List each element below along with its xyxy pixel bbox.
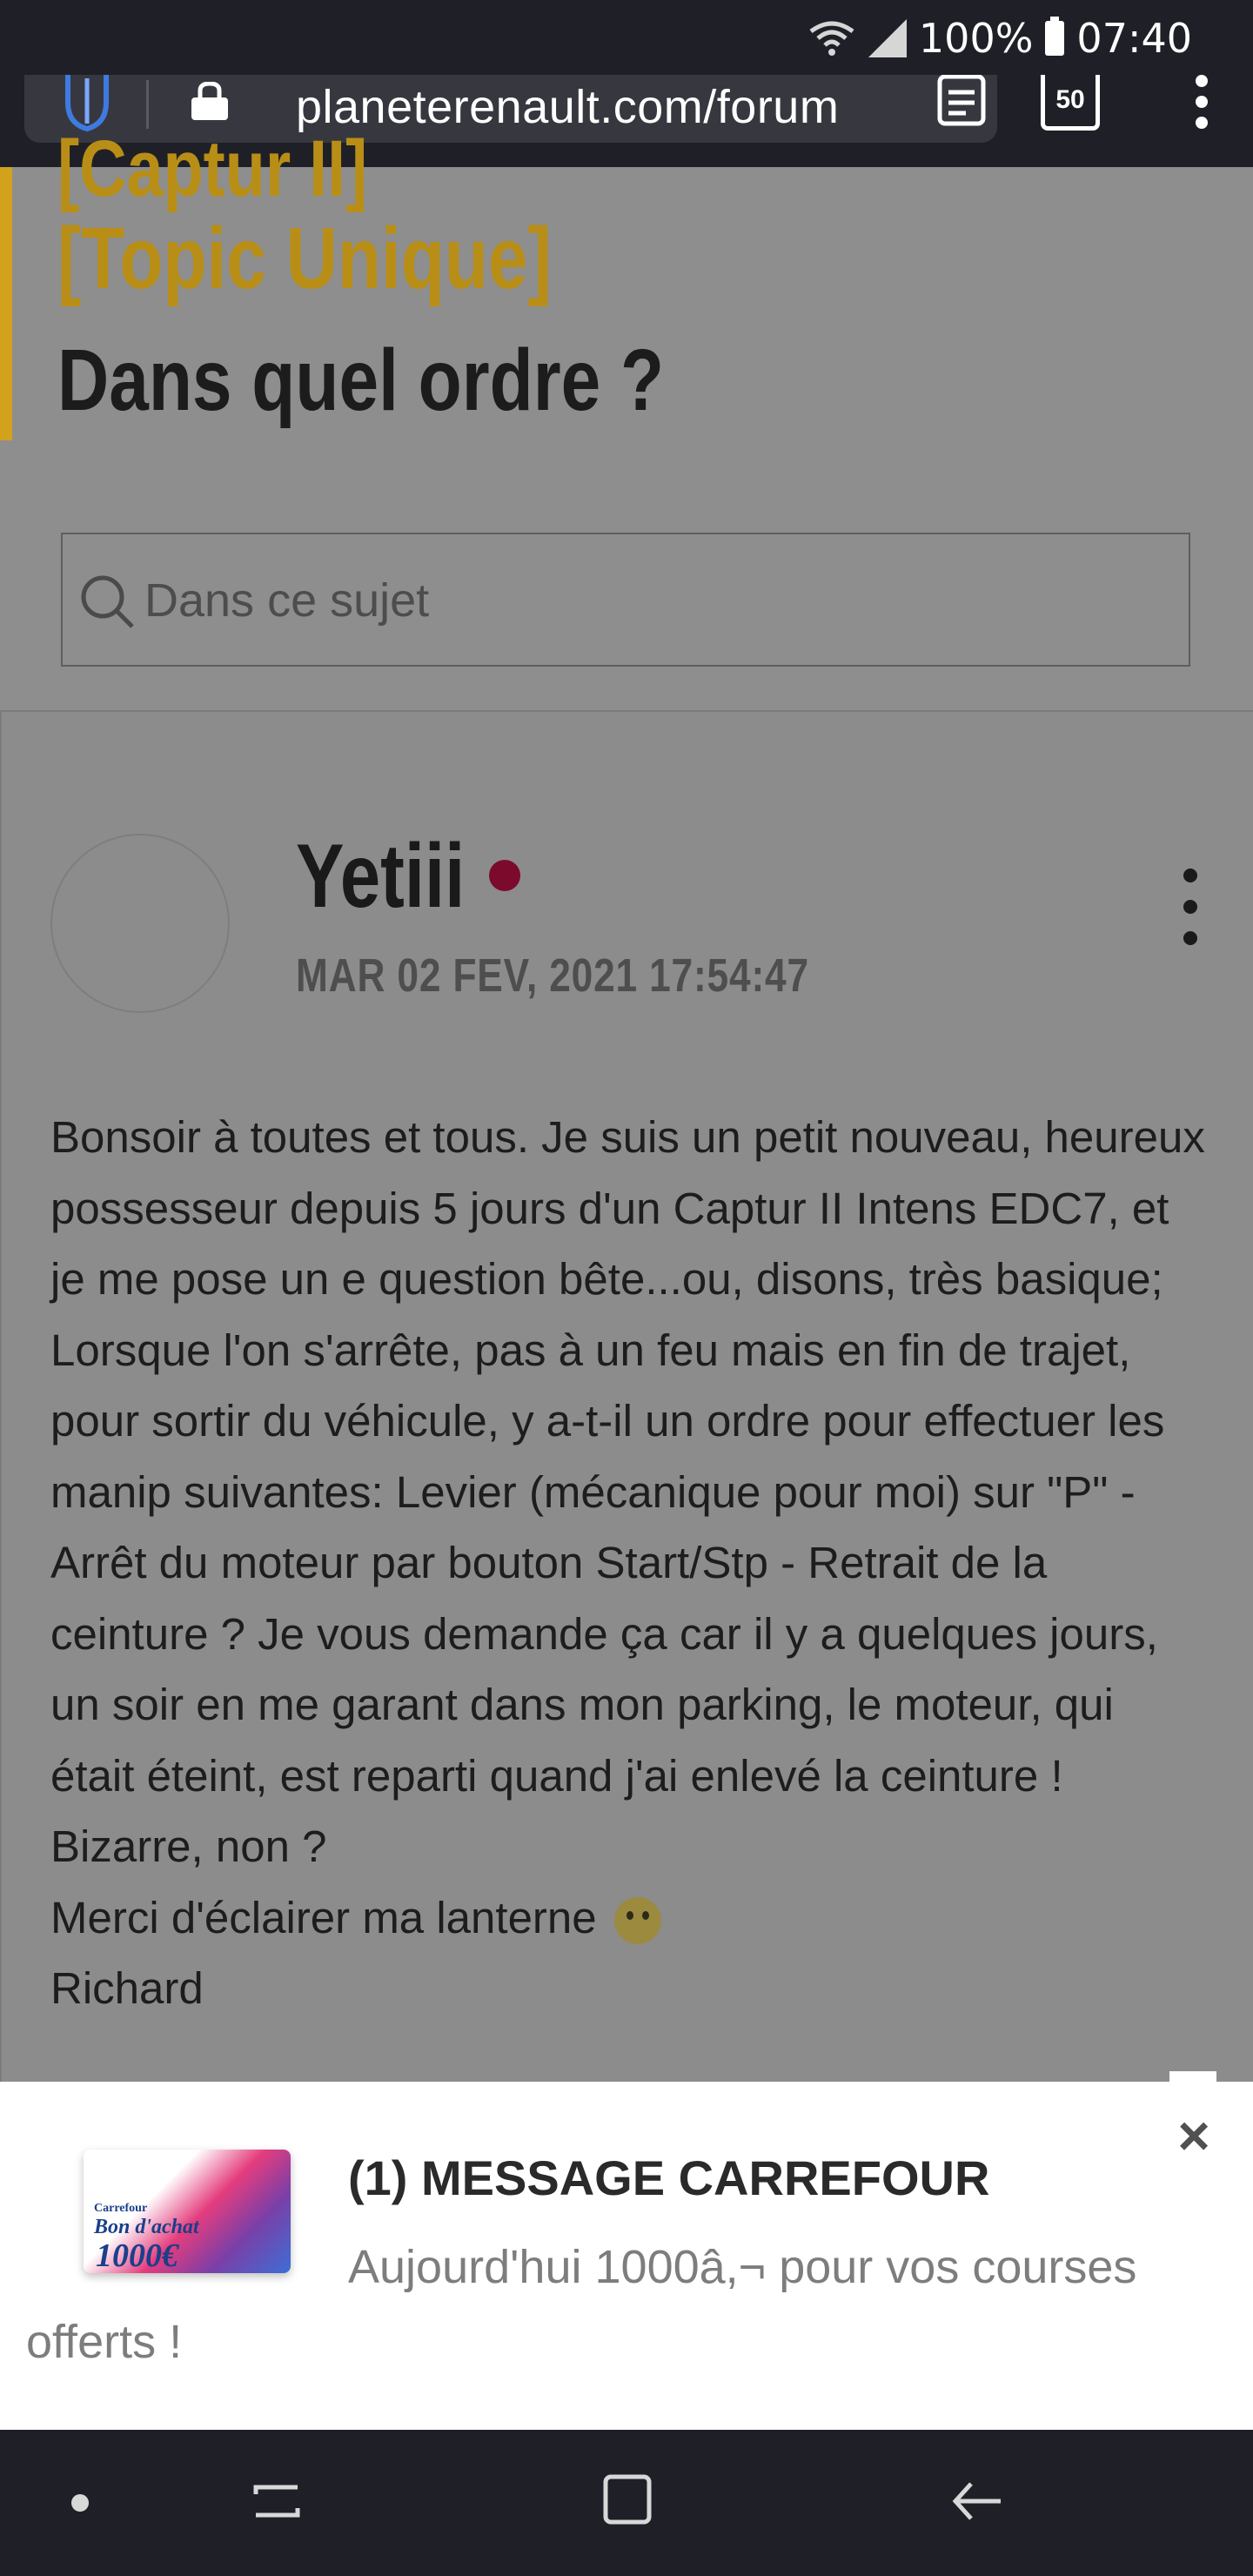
divider bbox=[146, 80, 149, 129]
url-text[interactable]: planeterenault.com/forum bbox=[296, 75, 905, 139]
status-indicators: 100% 07:40 bbox=[807, 12, 1192, 64]
back-icon[interactable] bbox=[950, 2475, 1004, 2529]
lock-icon[interactable] bbox=[190, 82, 230, 122]
post-paragraph: Merci d'éclairer ma lanterne bbox=[50, 1882, 1208, 1954]
ad-banner[interactable]: × Carrefour Bon d'achat 1000€ (1) MESSAG… bbox=[0, 2071, 1253, 2430]
browser-menu-button[interactable] bbox=[1183, 75, 1218, 144]
forum-post: Yetiii MAR 02 FEV, 2021 17:54:47 Bonsoir… bbox=[0, 712, 1253, 2278]
status-bar: 100% 07:40 bbox=[0, 0, 1253, 75]
post-date: MAR 02 FEV, 2021 17:54:47 bbox=[296, 949, 809, 1002]
post-signature: Richard bbox=[50, 1963, 204, 2013]
search-icon bbox=[81, 575, 134, 628]
forum-page: [Captur II] [Topic Unique] Dans quel ord… bbox=[0, 124, 1253, 2278]
close-icon[interactable]: × bbox=[1166, 2108, 1222, 2163]
home-icon[interactable] bbox=[602, 2473, 653, 2527]
nav-dot-icon[interactable] bbox=[71, 2494, 89, 2512]
reader-mode-icon[interactable] bbox=[936, 75, 987, 127]
search-input[interactable] bbox=[143, 534, 1103, 667]
ad-card-brand: Carrefour bbox=[94, 2202, 148, 2215]
online-status-icon bbox=[489, 860, 520, 891]
wifi-icon bbox=[809, 21, 854, 56]
topic-search[interactable] bbox=[61, 533, 1190, 667]
signal-icon bbox=[868, 19, 907, 57]
post-options-button[interactable] bbox=[1178, 869, 1204, 947]
avatar[interactable] bbox=[50, 834, 230, 1013]
accent-bar bbox=[0, 167, 12, 440]
ad-close-tab bbox=[1169, 2071, 1216, 2097]
battery-percent: 100% bbox=[918, 15, 1034, 62]
topic-tag: [Topic Unique] bbox=[57, 210, 552, 307]
page-title: Dans quel ordre ? bbox=[57, 332, 665, 429]
post-paragraph: Lorsque l'on s'arrête, pas à un feu mais… bbox=[50, 1325, 1165, 1872]
thinking-emoji-icon bbox=[613, 1897, 661, 1945]
post-author[interactable]: Yetiii bbox=[296, 825, 465, 929]
post-body: Bonsoir à toutes et tous. Je suis un pet… bbox=[50, 1102, 1208, 2024]
topic-header: [Captur II] [Topic Unique] Dans quel ord… bbox=[0, 124, 1253, 440]
post-paragraph-text: Merci d'éclairer ma lanterne bbox=[50, 1892, 597, 1942]
ad-text[interactable]: Aujourd'hui 1000â,¬ pour vos courses off… bbox=[26, 2230, 1227, 2379]
recent-apps-icon[interactable] bbox=[251, 2475, 303, 2527]
ad-title[interactable]: (1) MESSAGE CARREFOUR bbox=[348, 2150, 989, 2206]
battery-icon bbox=[1045, 17, 1065, 56]
tabs-count-button[interactable]: 50 bbox=[1041, 75, 1100, 131]
post-paragraph: Bonsoir à toutes et tous. Je suis un pet… bbox=[50, 1112, 1205, 1304]
topic-category: [Captur II] bbox=[57, 124, 368, 213]
clock: 07:40 bbox=[1076, 15, 1192, 62]
system-nav-bar bbox=[0, 2430, 1253, 2576]
